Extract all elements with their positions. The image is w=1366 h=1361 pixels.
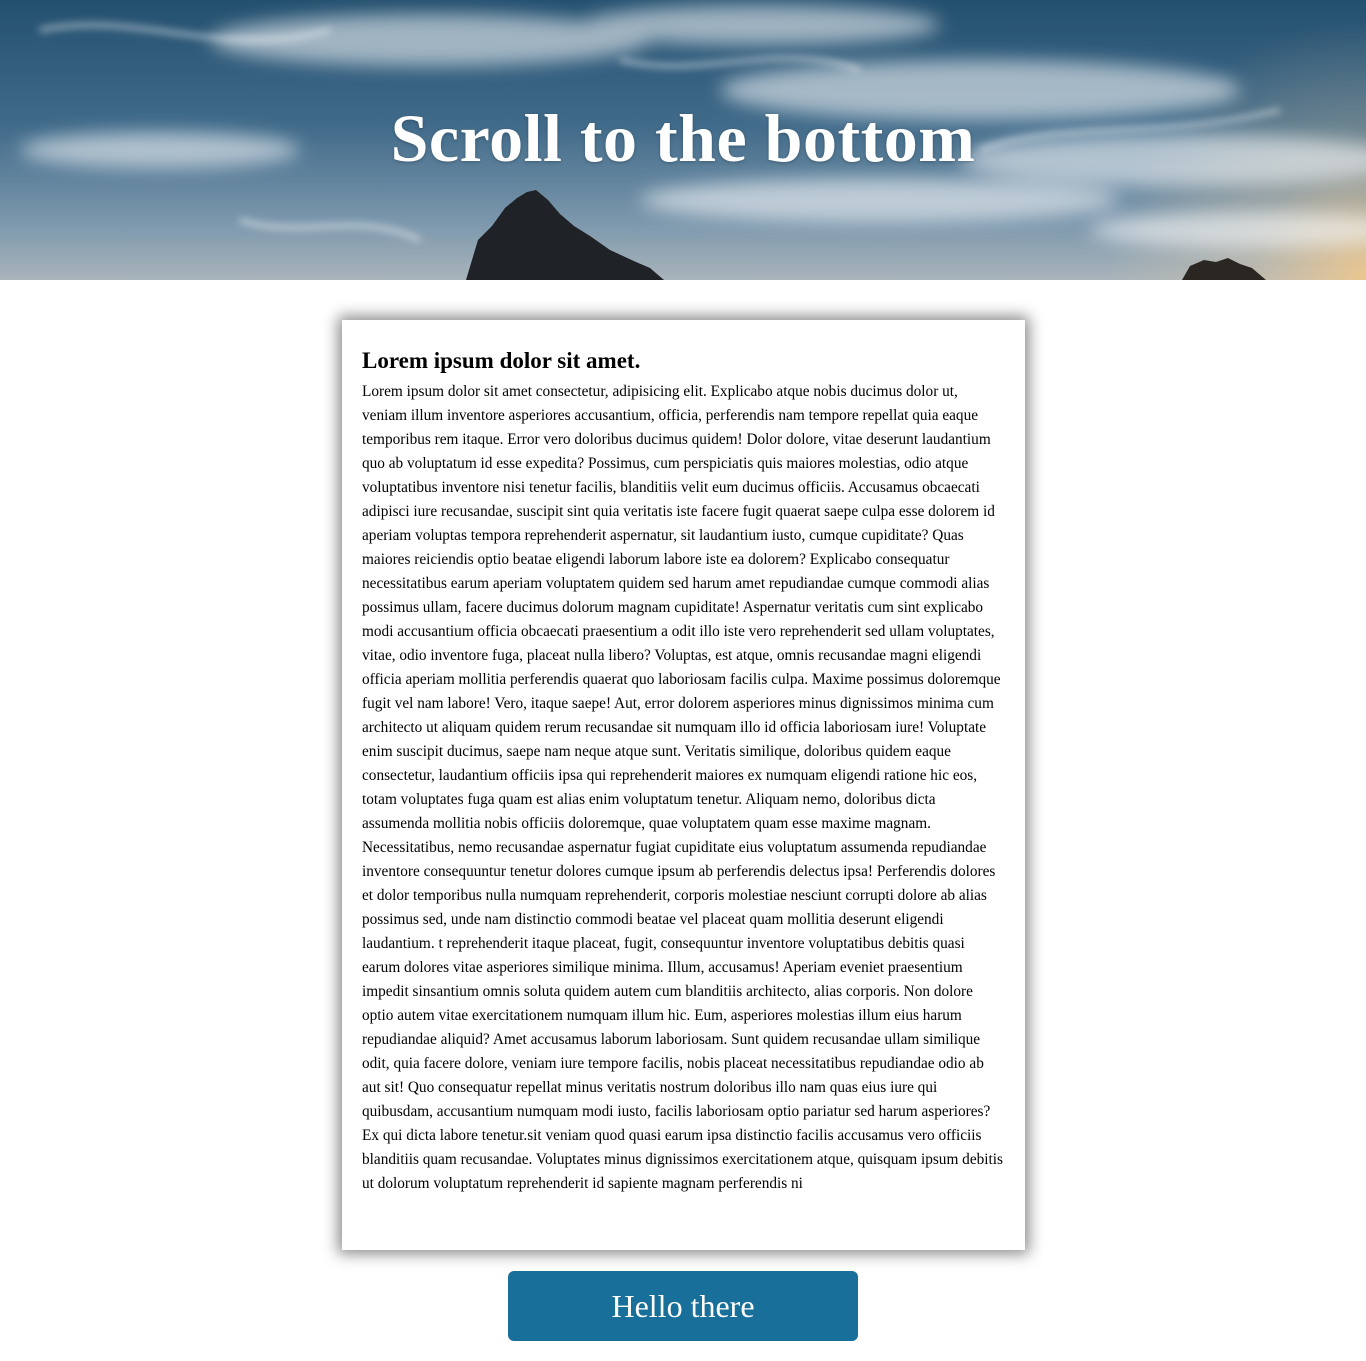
hello-there-button[interactable]: Hello there	[508, 1271, 858, 1341]
hero-banner: Scroll to the bottom	[0, 0, 1366, 280]
content-card: Lorem ipsum dolor sit amet. Lorem ipsum …	[342, 320, 1025, 1250]
card-heading: Lorem ipsum dolor sit amet.	[362, 348, 641, 373]
hero-title: Scroll to the bottom	[390, 100, 976, 176]
card-body-text: Lorem ipsum dolor sit amet consectetur, …	[362, 383, 1003, 1192]
